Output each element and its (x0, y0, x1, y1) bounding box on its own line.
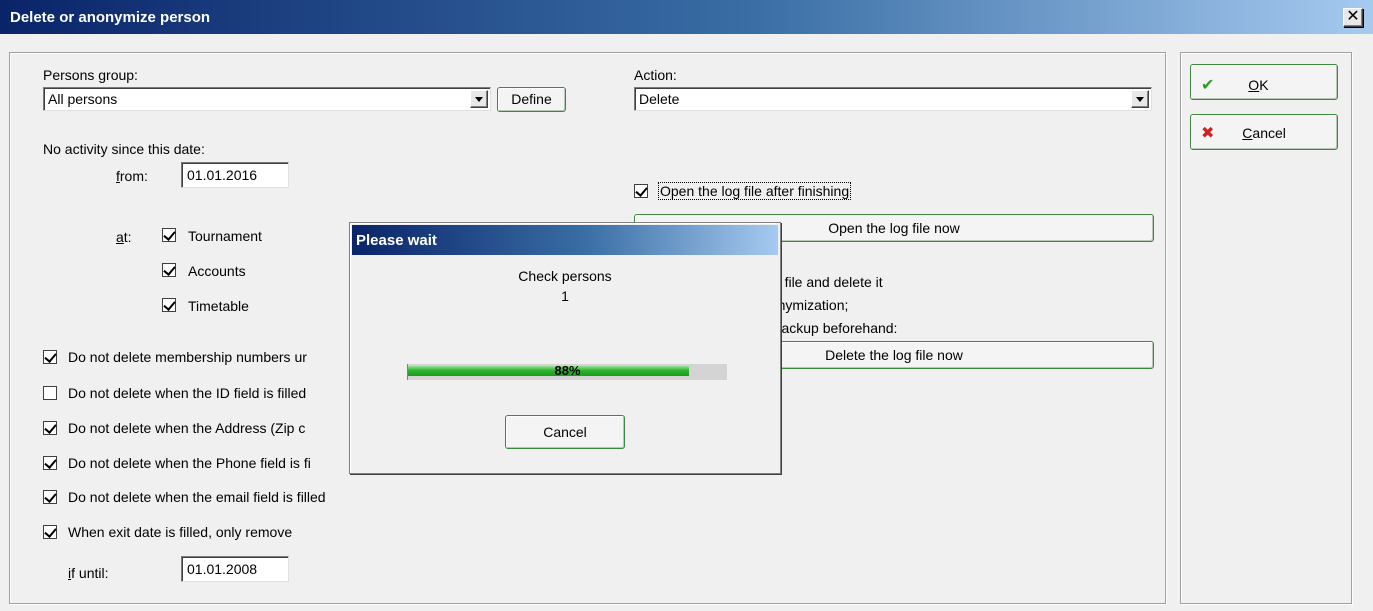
option-label-membership: Do not delete membership numbers ur (68, 349, 307, 365)
option-checkbox-phone[interactable] (43, 456, 57, 470)
please-wait-dialog: Please wait Check persons 1 88% Cancel (349, 222, 781, 474)
progress-percent: 88% (554, 363, 581, 378)
option-checkbox-exit-date[interactable] (43, 525, 57, 539)
option-checkbox-membership[interactable] (43, 350, 57, 364)
wait-status-text: Check persons (518, 268, 612, 284)
please-wait-title: Please wait (352, 225, 778, 255)
option-checkbox-address[interactable] (43, 421, 57, 435)
tournament-checkbox[interactable] (162, 228, 176, 242)
persons-group-select[interactable]: All persons (43, 87, 491, 111)
cancel-button[interactable]: ✖ Cancel (1190, 114, 1338, 150)
accounts-label: Accounts (188, 263, 246, 279)
persons-group-value: All persons (48, 91, 118, 107)
check-icon: ✔ (1201, 77, 1215, 94)
option-label-exit-date: When exit date is filled, only remove (68, 524, 293, 540)
timetable-label: Timetable (188, 298, 249, 314)
open-log-after-checkbox[interactable] (634, 184, 648, 198)
persons-group-label: Persons group: (43, 67, 138, 83)
at-label: at: (116, 229, 132, 245)
define-button[interactable]: Define (497, 87, 566, 112)
wait-count-text: 1 (561, 288, 569, 304)
close-icon[interactable]: ✕ (1343, 8, 1363, 27)
open-log-after-label: Open the log file after finishing (657, 182, 852, 200)
option-label-email: Do not delete when the email field is fi… (68, 489, 326, 505)
accounts-checkbox[interactable] (162, 263, 176, 277)
if-until-date-input[interactable]: 01.01.2008 (181, 556, 289, 582)
timetable-checkbox[interactable] (162, 298, 176, 312)
action-select[interactable]: Delete (634, 87, 1152, 111)
option-label-phone: Do not delete when the Phone field is fi (68, 455, 311, 471)
progress-bar: 88% (407, 363, 727, 380)
from-date-input[interactable]: 01.01.2016 (181, 162, 289, 188)
x-icon: ✖ (1201, 125, 1215, 142)
action-label: Action: (634, 67, 677, 83)
option-checkbox-id[interactable] (43, 386, 57, 400)
wait-cancel-button[interactable]: Cancel (505, 415, 625, 449)
from-label: from: (116, 168, 148, 184)
chevron-down-icon[interactable] (1131, 90, 1149, 108)
window-titlebar: Delete or anonymize person ✕ (0, 0, 1373, 34)
ok-button[interactable]: ✔ OK (1190, 64, 1338, 100)
if-until-label: if until: (68, 565, 109, 581)
window-title: Delete or anonymize person (10, 9, 211, 26)
chevron-down-icon[interactable] (470, 90, 488, 108)
option-label-id: Do not delete when the ID field is fille… (68, 385, 307, 401)
action-value: Delete (639, 91, 680, 107)
activity-label: No activity since this date: (43, 141, 205, 157)
option-label-address: Do not delete when the Address (Zip c (68, 420, 306, 436)
option-checkbox-email[interactable] (43, 490, 57, 504)
tournament-label: Tournament (188, 228, 262, 244)
